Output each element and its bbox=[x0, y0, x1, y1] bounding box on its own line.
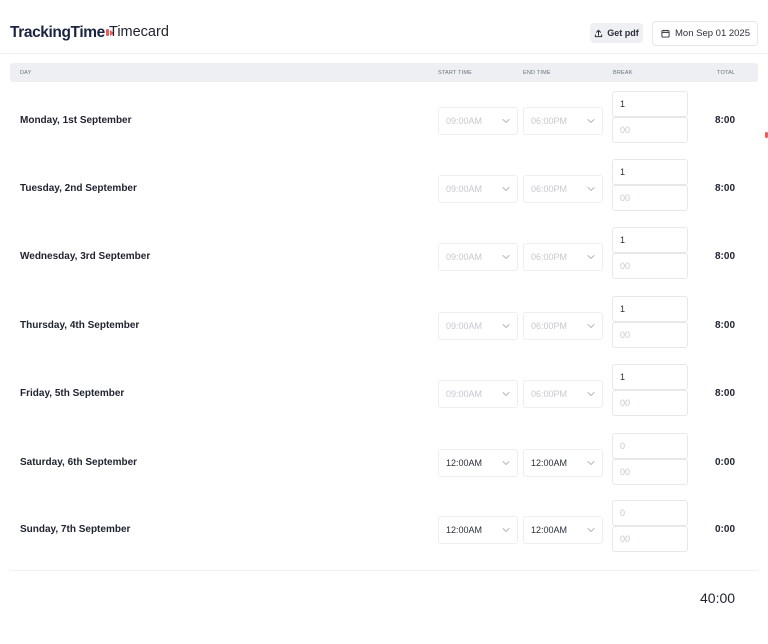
upload-icon bbox=[595, 29, 603, 37]
break-hours-input[interactable]: 1 bbox=[612, 364, 688, 390]
break-hours-input[interactable]: 1 bbox=[612, 159, 688, 185]
top-bar: TrackingTime Timecard Get pdf Mon Sep 01… bbox=[0, 0, 768, 54]
day-label: Sunday, 7th September bbox=[20, 524, 131, 535]
row-total: 8:00 bbox=[714, 388, 735, 399]
end-time-select[interactable]: 06:00PM bbox=[523, 312, 603, 340]
chevron-down-icon bbox=[502, 255, 510, 259]
table-row: Wednesday, 3rd September 09:00AM 06:00PM 1 0… bbox=[10, 227, 758, 287]
start-time-value: 12:00AM bbox=[446, 458, 483, 468]
day-label: Wednesday, 3rd September bbox=[20, 251, 151, 262]
chevron-down-icon bbox=[587, 461, 595, 465]
break-hours-input[interactable]: 0 bbox=[612, 500, 688, 526]
start-time-select[interactable]: 09:00AM bbox=[438, 243, 518, 271]
break-minutes-input[interactable]: 00 bbox=[612, 117, 688, 143]
table-row: Tuesday, 2nd September 09:00AM 06:00PM 1 00 8… bbox=[10, 159, 758, 219]
end-time-value: 06:00PM bbox=[531, 184, 568, 194]
table-row: Friday, 5th September 09:00AM 06:00PM 1 00 8:… bbox=[10, 364, 758, 424]
divider bbox=[10, 570, 758, 571]
page-title: Timecard bbox=[109, 24, 169, 40]
start-time-select[interactable]: 12:00AM bbox=[438, 516, 518, 544]
chevron-down-icon bbox=[587, 255, 595, 259]
calendar-icon bbox=[661, 29, 670, 38]
table-row: Thursday, 4th September 09:00AM 06:00PM 1 00… bbox=[10, 296, 758, 356]
end-time-value: 06:00PM bbox=[531, 116, 568, 126]
row-total: 8:00 bbox=[714, 320, 735, 331]
row-total: 8:00 bbox=[714, 115, 735, 126]
break-minutes-input[interactable]: 00 bbox=[612, 322, 688, 348]
break-minutes-input[interactable]: 00 bbox=[612, 526, 688, 552]
end-time-select[interactable]: 12:00AM bbox=[523, 516, 603, 544]
day-label: Saturday, 6th September bbox=[20, 457, 138, 468]
break-minutes-input[interactable]: 00 bbox=[612, 390, 688, 416]
col-break: BREAK bbox=[613, 70, 633, 76]
get-pdf-button[interactable]: Get pdf bbox=[590, 23, 643, 43]
chevron-down-icon bbox=[502, 187, 510, 191]
col-start-time: START TIME bbox=[438, 70, 472, 76]
row-total: 8:00 bbox=[714, 251, 735, 262]
start-time-value: 09:00AM bbox=[446, 321, 483, 331]
chevron-down-icon bbox=[587, 119, 595, 123]
end-time-select[interactable]: 06:00PM bbox=[523, 243, 603, 271]
col-total: TOTAL bbox=[717, 70, 736, 76]
day-label: Friday, 5th September bbox=[20, 388, 125, 399]
date-label: Mon Sep 01 2025 bbox=[675, 28, 751, 39]
row-total: 8:00 bbox=[714, 183, 735, 194]
table-row: Monday, 1st September 09:00AM 06:00PM 1 00 8:… bbox=[10, 91, 758, 151]
start-time-select[interactable]: 09:00AM bbox=[438, 175, 518, 203]
break-hours-input[interactable]: 0 bbox=[612, 433, 688, 459]
end-time-value: 06:00PM bbox=[531, 321, 568, 331]
chevron-down-icon bbox=[502, 119, 510, 123]
chevron-down-icon bbox=[502, 324, 510, 328]
end-time-value: 06:00PM bbox=[531, 252, 568, 262]
end-time-select[interactable]: 06:00PM bbox=[523, 107, 603, 135]
chevron-down-icon bbox=[502, 392, 510, 396]
date-picker-button[interactable]: Mon Sep 01 2025 bbox=[652, 21, 758, 46]
table-header: DAY START TIME END TIME BREAK TOTAL bbox=[10, 63, 758, 82]
end-time-value: 06:00PM bbox=[531, 389, 568, 399]
row-total: 0:00 bbox=[714, 457, 735, 468]
col-end-time: END TIME bbox=[523, 70, 551, 76]
row-total: 0:00 bbox=[714, 524, 735, 535]
start-time-value: 09:00AM bbox=[446, 252, 483, 262]
grand-total: 40:00 bbox=[700, 590, 736, 606]
logo-text: TrackingTime bbox=[10, 24, 105, 41]
start-time-value: 09:00AM bbox=[446, 116, 483, 126]
break-hours-input[interactable]: 1 bbox=[612, 296, 688, 322]
chevron-down-icon bbox=[502, 461, 510, 465]
chevron-down-icon bbox=[587, 187, 595, 191]
break-minutes-input[interactable]: 00 bbox=[612, 459, 688, 485]
start-time-select[interactable]: 09:00AM bbox=[438, 380, 518, 408]
start-time-value: 09:00AM bbox=[446, 389, 483, 399]
table-row: Sunday, 7th September 12:00AM 12:00AM 0 00 0:… bbox=[10, 500, 758, 560]
chevron-down-icon bbox=[587, 528, 595, 532]
chevron-down-icon bbox=[502, 528, 510, 532]
day-label: Monday, 1st September bbox=[20, 115, 132, 126]
chevron-down-icon bbox=[587, 392, 595, 396]
start-time-select[interactable]: 09:00AM bbox=[438, 107, 518, 135]
end-time-select[interactable]: 06:00PM bbox=[523, 380, 603, 408]
end-time-value: 12:00AM bbox=[531, 458, 568, 468]
break-hours-input[interactable]: 1 bbox=[612, 227, 688, 253]
start-time-value: 12:00AM bbox=[446, 525, 483, 535]
day-label: Thursday, 4th September bbox=[20, 320, 140, 331]
table-row: Saturday, 6th September 12:00AM 12:00AM 0 00… bbox=[10, 433, 758, 493]
break-minutes-input[interactable]: 00 bbox=[612, 253, 688, 279]
start-time-select[interactable]: 09:00AM bbox=[438, 312, 518, 340]
start-time-value: 09:00AM bbox=[446, 184, 483, 194]
break-hours-input[interactable]: 1 bbox=[612, 91, 688, 117]
col-day: DAY bbox=[20, 70, 32, 76]
chevron-down-icon bbox=[587, 324, 595, 328]
get-pdf-label: Get pdf bbox=[607, 28, 639, 38]
end-time-value: 12:00AM bbox=[531, 525, 568, 535]
logo: TrackingTime bbox=[10, 24, 115, 42]
break-minutes-input[interactable]: 00 bbox=[612, 185, 688, 211]
day-label: Tuesday, 2nd September bbox=[20, 183, 137, 194]
start-time-select[interactable]: 12:00AM bbox=[438, 449, 518, 477]
end-time-select[interactable]: 12:00AM bbox=[523, 449, 603, 477]
end-time-select[interactable]: 06:00PM bbox=[523, 175, 603, 203]
